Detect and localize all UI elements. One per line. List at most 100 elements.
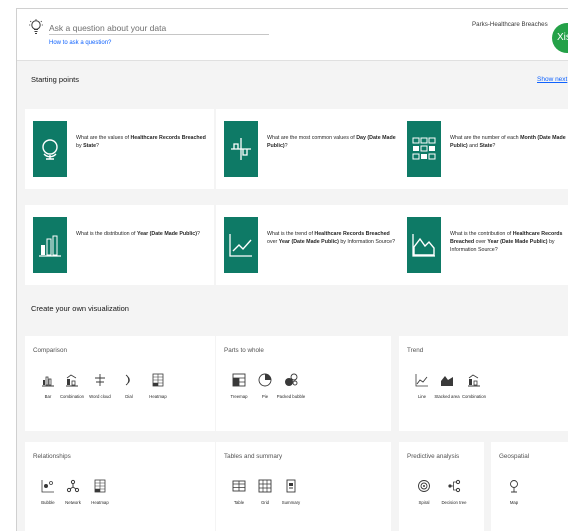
app-frame: How to ask a question? Parks-Healthcare … (16, 8, 568, 531)
ask-question-input[interactable] (49, 21, 269, 35)
visualization-type-summary[interactable]: Summary (276, 479, 306, 505)
visualization-type-dial[interactable]: Dial (114, 373, 144, 399)
starting-point-card[interactable]: What are the number of each Month (Date … (399, 109, 568, 189)
starting-points-title: Starting points (31, 75, 79, 84)
question-text: What are the most common values of (267, 135, 357, 141)
decision-tree-icon (448, 479, 461, 493)
question-text: over (267, 239, 279, 246)
network-icon (66, 479, 80, 493)
visualization-type-label: Summary (281, 500, 301, 505)
question-field: Year (Date Made Public) (136, 231, 198, 237)
visualization-type-label: Spiral (418, 500, 430, 505)
combination-icon (468, 374, 480, 387)
line-icon (415, 374, 428, 387)
visualization-type-word-cloud[interactable]: Word cloud (85, 373, 115, 399)
visualization-group-card: Tables and summary Table Grid Summary (216, 442, 391, 531)
visualization-type-map[interactable]: Map (499, 479, 529, 505)
packed-bubble-icon (285, 373, 298, 386)
starting-point-question: What is the contribution of Healthcare R… (450, 230, 568, 255)
question-field: Healthcare Records Breached (130, 135, 206, 141)
starting-point-card[interactable]: What is the distribution of Year (Date M… (25, 205, 214, 285)
starting-point-tile (33, 217, 67, 273)
starting-point-tile (224, 121, 258, 177)
visualization-type-label: Heatmap (149, 394, 167, 399)
starting-point-question: What are the values of Healthcare Record… (76, 134, 206, 150)
question-field: State (83, 143, 97, 150)
starting-point-question: What are the most common values of Day (… (267, 134, 397, 150)
visualization-group-card: Relationships Bubble Network Heatmap (25, 442, 215, 531)
area-chart-icon (412, 234, 435, 257)
plus-chart-icon (231, 138, 251, 160)
visualization-type-label: Network (65, 500, 81, 505)
lightbulb-icon (29, 19, 43, 34)
visualization-group-title: Predictive analysis (407, 453, 460, 460)
question-text: over (474, 239, 488, 246)
starting-point-card[interactable]: What is the contribution of Healthcare R… (399, 205, 568, 285)
create-visualization-title: Create your own visualization (31, 304, 129, 313)
globe-icon (42, 139, 58, 160)
question-field: State (479, 143, 493, 150)
line-chart-icon (229, 234, 252, 257)
question-text: What is the distribution of (76, 231, 137, 237)
visualization-type-heatmap[interactable]: Heatmap (143, 373, 173, 399)
visualization-type-heatmap[interactable]: Heatmap (85, 479, 115, 505)
visualization-type-label: Decision tree (441, 500, 467, 505)
visualization-type-label: Packed bubble (276, 394, 306, 399)
visualization-type-combination[interactable]: Combination (57, 373, 87, 399)
heatmap-icon (152, 373, 164, 387)
visualization-type-network[interactable]: Network (58, 479, 88, 505)
bar-icon (42, 376, 54, 387)
question-text: What are the values of (76, 135, 131, 141)
visualization-group-title: Trend (407, 347, 424, 354)
grid-icon (412, 137, 436, 160)
visualization-type-spiral[interactable]: Spiral (409, 479, 439, 505)
table-icon (232, 480, 246, 492)
question-text: ? (197, 231, 200, 237)
question-field: Year (Date Made Public) (278, 239, 339, 246)
visualization-type-label: Combination (59, 394, 85, 399)
starting-point-question: What are the number of each Month (Date … (450, 134, 568, 150)
question-text: ? (284, 143, 288, 150)
visualization-type-stacked-area[interactable]: Stacked area (432, 373, 462, 399)
starting-point-card[interactable]: What are the values of Healthcare Record… (25, 109, 214, 189)
combination-icon (66, 374, 78, 387)
visualization-type-decision-tree[interactable]: Decision tree (439, 479, 469, 505)
question-text: What are the number of each (450, 135, 521, 141)
starting-point-tile (33, 121, 67, 177)
starting-point-tile (407, 121, 441, 177)
question-text: by Information Source? (338, 239, 396, 246)
pie-icon (258, 373, 272, 387)
visualization-type-packed-bubble[interactable]: Packed bubble (276, 373, 306, 399)
dial-icon (125, 374, 130, 386)
visualization-group-title: Geospatial (499, 453, 530, 460)
visualization-group-title: Relationships (33, 453, 71, 460)
word-cloud-icon (95, 374, 105, 386)
how-to-ask-link[interactable]: How to ask a question? (49, 40, 111, 46)
visualization-type-combination[interactable]: Combination (459, 373, 489, 399)
visualization-type-label: Dial (125, 394, 133, 399)
visualization-group-card: Geospatial Map (491, 442, 568, 531)
histogram-icon (39, 235, 61, 257)
question-text: ? (492, 143, 496, 150)
visualization-group-title: Tables and summary (224, 453, 283, 460)
question-text: What is the trend of (267, 231, 315, 237)
visualization-group-title: Comparison (33, 347, 67, 354)
starting-point-question: What is the trend of Healthcare Records … (267, 230, 397, 246)
data-source-name[interactable]: Parks-Healthcare Breaches (472, 21, 548, 28)
visualization-group-card: Comparison Bar Combination Word cloud Dial He… (25, 336, 215, 431)
visualization-type-label: Combination (461, 394, 487, 399)
starting-point-question: What is the distribution of Year (Date M… (76, 230, 206, 238)
visualization-type-label: Stacked area (434, 394, 460, 399)
question-text: ? (96, 143, 99, 150)
starting-point-card[interactable]: What is the trend of Healthcare Records … (216, 205, 405, 285)
visualization-group-card: Parts to whole Treemap Pie Packed bubble (216, 336, 391, 431)
stacked-area-icon (441, 376, 453, 386)
avatar[interactable]: Xisv (552, 23, 568, 53)
question-text: What is the contribution of (450, 231, 513, 237)
summary-icon (286, 479, 296, 493)
visualization-group-title: Parts to whole (224, 347, 264, 354)
starting-point-card[interactable]: What are the most common values of Day (… (216, 109, 405, 189)
show-next-link[interactable]: Show next (537, 76, 567, 83)
grid-icon (258, 479, 272, 493)
visualization-type-label: Heatmap (91, 500, 109, 505)
